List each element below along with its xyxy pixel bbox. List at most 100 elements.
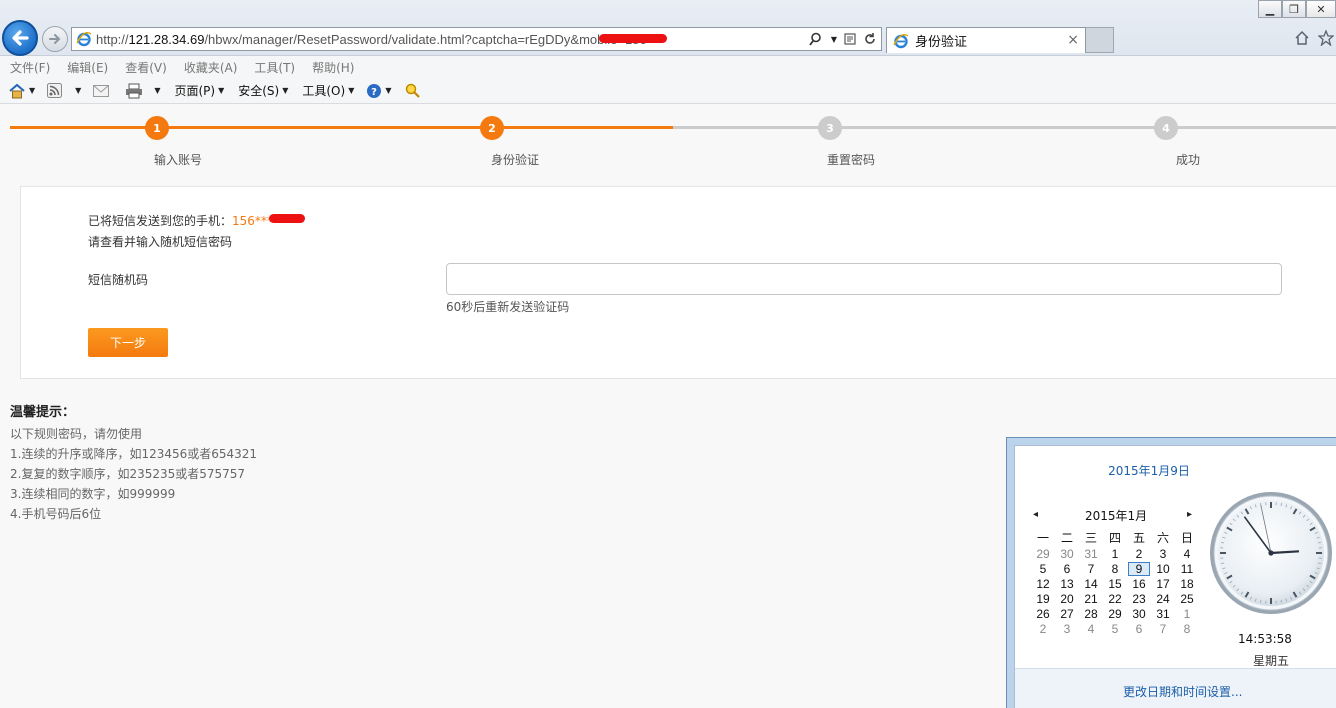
calendar-day[interactable]: 25 (1175, 591, 1199, 606)
calendar-day-number: 14 (1084, 576, 1098, 591)
print-dropdown-icon[interactable]: ▼ (154, 86, 160, 95)
calendar-day[interactable]: 6 (1127, 621, 1151, 636)
next-step-button[interactable]: 下一步 (88, 328, 168, 357)
print-command[interactable]: ▼ (125, 83, 160, 99)
calendar-day[interactable]: 26 (1031, 606, 1055, 621)
help-command[interactable]: ? ▼ (366, 83, 392, 99)
search-icon[interactable] (809, 31, 825, 47)
home-icon[interactable] (1294, 30, 1310, 46)
calendar-day-number: 19 (1036, 591, 1050, 606)
help-dropdown-icon[interactable]: ▼ (385, 86, 391, 95)
page-menu[interactable]: 页面(P) ▼ (174, 82, 224, 99)
sms-sent-message: 已将短信发送到您的手机：156*** (88, 212, 273, 229)
calendar-day[interactable]: 12 (1031, 576, 1055, 591)
step-3-circle: 3 (818, 116, 842, 140)
menu-help[interactable]: 帮助(H) (312, 59, 354, 76)
calendar-day[interactable]: 7 (1151, 621, 1175, 636)
calendar-day[interactable]: 11 (1175, 561, 1199, 576)
calendar-day[interactable]: 24 (1151, 591, 1175, 606)
calendar-day[interactable]: 5 (1031, 561, 1055, 576)
tools-menu[interactable]: 工具(O) ▼ (302, 82, 354, 99)
today-date-link[interactable]: 2015年1月9日 (1015, 462, 1336, 479)
calendar-day[interactable]: 1 (1103, 546, 1127, 561)
home-command[interactable]: ▼ (8, 83, 35, 99)
url-text[interactable]: http://121.28.34.69/hbwx/manager/ResetPa… (96, 32, 647, 47)
search-dropdown-icon[interactable]: ▼ (831, 35, 837, 44)
calendar-day-number: 18 (1180, 576, 1194, 591)
calendar-day-number: 2 (1039, 621, 1047, 636)
resend-countdown: 60秒后重新发送验证码 (446, 300, 570, 314)
calendar-day[interactable]: 22 (1103, 591, 1127, 606)
next-month-icon[interactable]: ▸ (1187, 509, 1192, 520)
calendar-day[interactable]: 3 (1055, 621, 1079, 636)
calendar-day[interactable]: 8 (1175, 621, 1199, 636)
calendar-day[interactable]: 29 (1103, 606, 1127, 621)
calendar-day[interactable]: 4 (1079, 621, 1103, 636)
close-window-button[interactable]: ✕ (1306, 0, 1336, 18)
calendar-day[interactable]: 3 (1151, 546, 1175, 561)
sms-sent-prefix: 已将短信发送到您的手机： (88, 214, 233, 228)
calendar-day[interactable]: 30 (1055, 546, 1079, 561)
calendar-day[interactable]: 15 (1103, 576, 1127, 591)
calendar-day[interactable]: 18 (1175, 576, 1199, 591)
new-tab-button[interactable] (1086, 27, 1114, 53)
address-bar[interactable]: http://121.28.34.69/hbwx/manager/ResetPa… (71, 27, 882, 51)
safety-menu[interactable]: 安全(S) ▼ (238, 82, 288, 99)
research-command[interactable] (404, 82, 421, 99)
window-controls: ▁ ❐ ✕ (1258, 0, 1336, 18)
calendar-day[interactable]: 5 (1103, 621, 1127, 636)
calendar-day[interactable]: 17 (1151, 576, 1175, 591)
change-datetime-link[interactable]: 更改日期和时间设置... (1123, 683, 1242, 700)
calendar-day[interactable]: 2 (1031, 621, 1055, 636)
forward-button[interactable] (42, 26, 68, 52)
menu-view[interactable]: 查看(V) (125, 59, 167, 76)
calendar-day[interactable]: 16 (1127, 576, 1151, 591)
calendar-day[interactable]: 19 (1031, 591, 1055, 606)
feeds-command[interactable]: ▼ (47, 83, 81, 98)
calendar-day-number: 26 (1036, 606, 1050, 621)
calendar-day[interactable]: 14 (1079, 576, 1103, 591)
calendar-day[interactable]: 8 (1103, 561, 1127, 576)
prev-month-icon[interactable]: ◂ (1033, 509, 1038, 520)
calendar-day[interactable]: 1 (1175, 606, 1199, 621)
calendar-month-title[interactable]: 2015年1月 (1085, 507, 1147, 524)
weekday-header: 一 (1036, 530, 1049, 545)
browser-tab[interactable]: 身份验证 × (886, 27, 1086, 53)
calendar-day[interactable]: 20 (1055, 591, 1079, 606)
calendar-day[interactable]: 27 (1055, 606, 1079, 621)
calendar-day[interactable]: 31 (1079, 546, 1103, 561)
calendar-day[interactable]: 21 (1079, 591, 1103, 606)
refresh-icon[interactable] (863, 32, 877, 46)
calendar-day[interactable]: 10 (1151, 561, 1175, 576)
sms-code-input[interactable] (446, 263, 1282, 295)
tab-close-icon[interactable]: × (1067, 32, 1079, 48)
menu-favorites[interactable]: 收藏夹(A) (184, 59, 238, 76)
calendar-day[interactable]: 30 (1127, 606, 1151, 621)
calendar-day[interactable]: 2 (1127, 546, 1151, 561)
back-button[interactable] (2, 20, 38, 56)
compat-view-icon[interactable] (843, 32, 857, 46)
calendar-day[interactable]: 4 (1175, 546, 1199, 561)
feeds-dropdown-icon[interactable]: ▼ (75, 86, 81, 95)
calendar-day[interactable]: 28 (1079, 606, 1103, 621)
home-dropdown-icon[interactable]: ▼ (29, 86, 35, 95)
calendar-day[interactable]: 9 (1127, 561, 1151, 576)
mail-command[interactable] (93, 84, 110, 97)
chevron-down-icon: ▼ (348, 86, 355, 95)
menu-file[interactable]: 文件(F) (10, 59, 50, 76)
calendar-day[interactable]: 6 (1055, 561, 1079, 576)
calendar-day-number: 21 (1084, 591, 1098, 606)
minimize-button[interactable]: ▁ (1258, 0, 1282, 18)
calendar-day-number: 6 (1135, 621, 1143, 636)
menu-edit[interactable]: 编辑(E) (67, 59, 108, 76)
favorites-star-icon[interactable] (1318, 30, 1334, 46)
calendar-day[interactable]: 23 (1127, 591, 1151, 606)
menu-tools[interactable]: 工具(T) (254, 59, 295, 76)
restore-button[interactable]: ❐ (1282, 0, 1306, 18)
calendar-day-number: 4 (1183, 546, 1191, 561)
calendar-day[interactable]: 13 (1055, 576, 1079, 591)
calendar-day[interactable]: 31 (1151, 606, 1175, 621)
calendar-day[interactable]: 7 (1079, 561, 1103, 576)
calendar-day[interactable]: 29 (1031, 546, 1055, 561)
calendar-flyout: 2015年1月9日 ◂ 2015年1月 ▸ 一二三四五六日 29 30 31 1 2 3 4… (1006, 437, 1336, 708)
